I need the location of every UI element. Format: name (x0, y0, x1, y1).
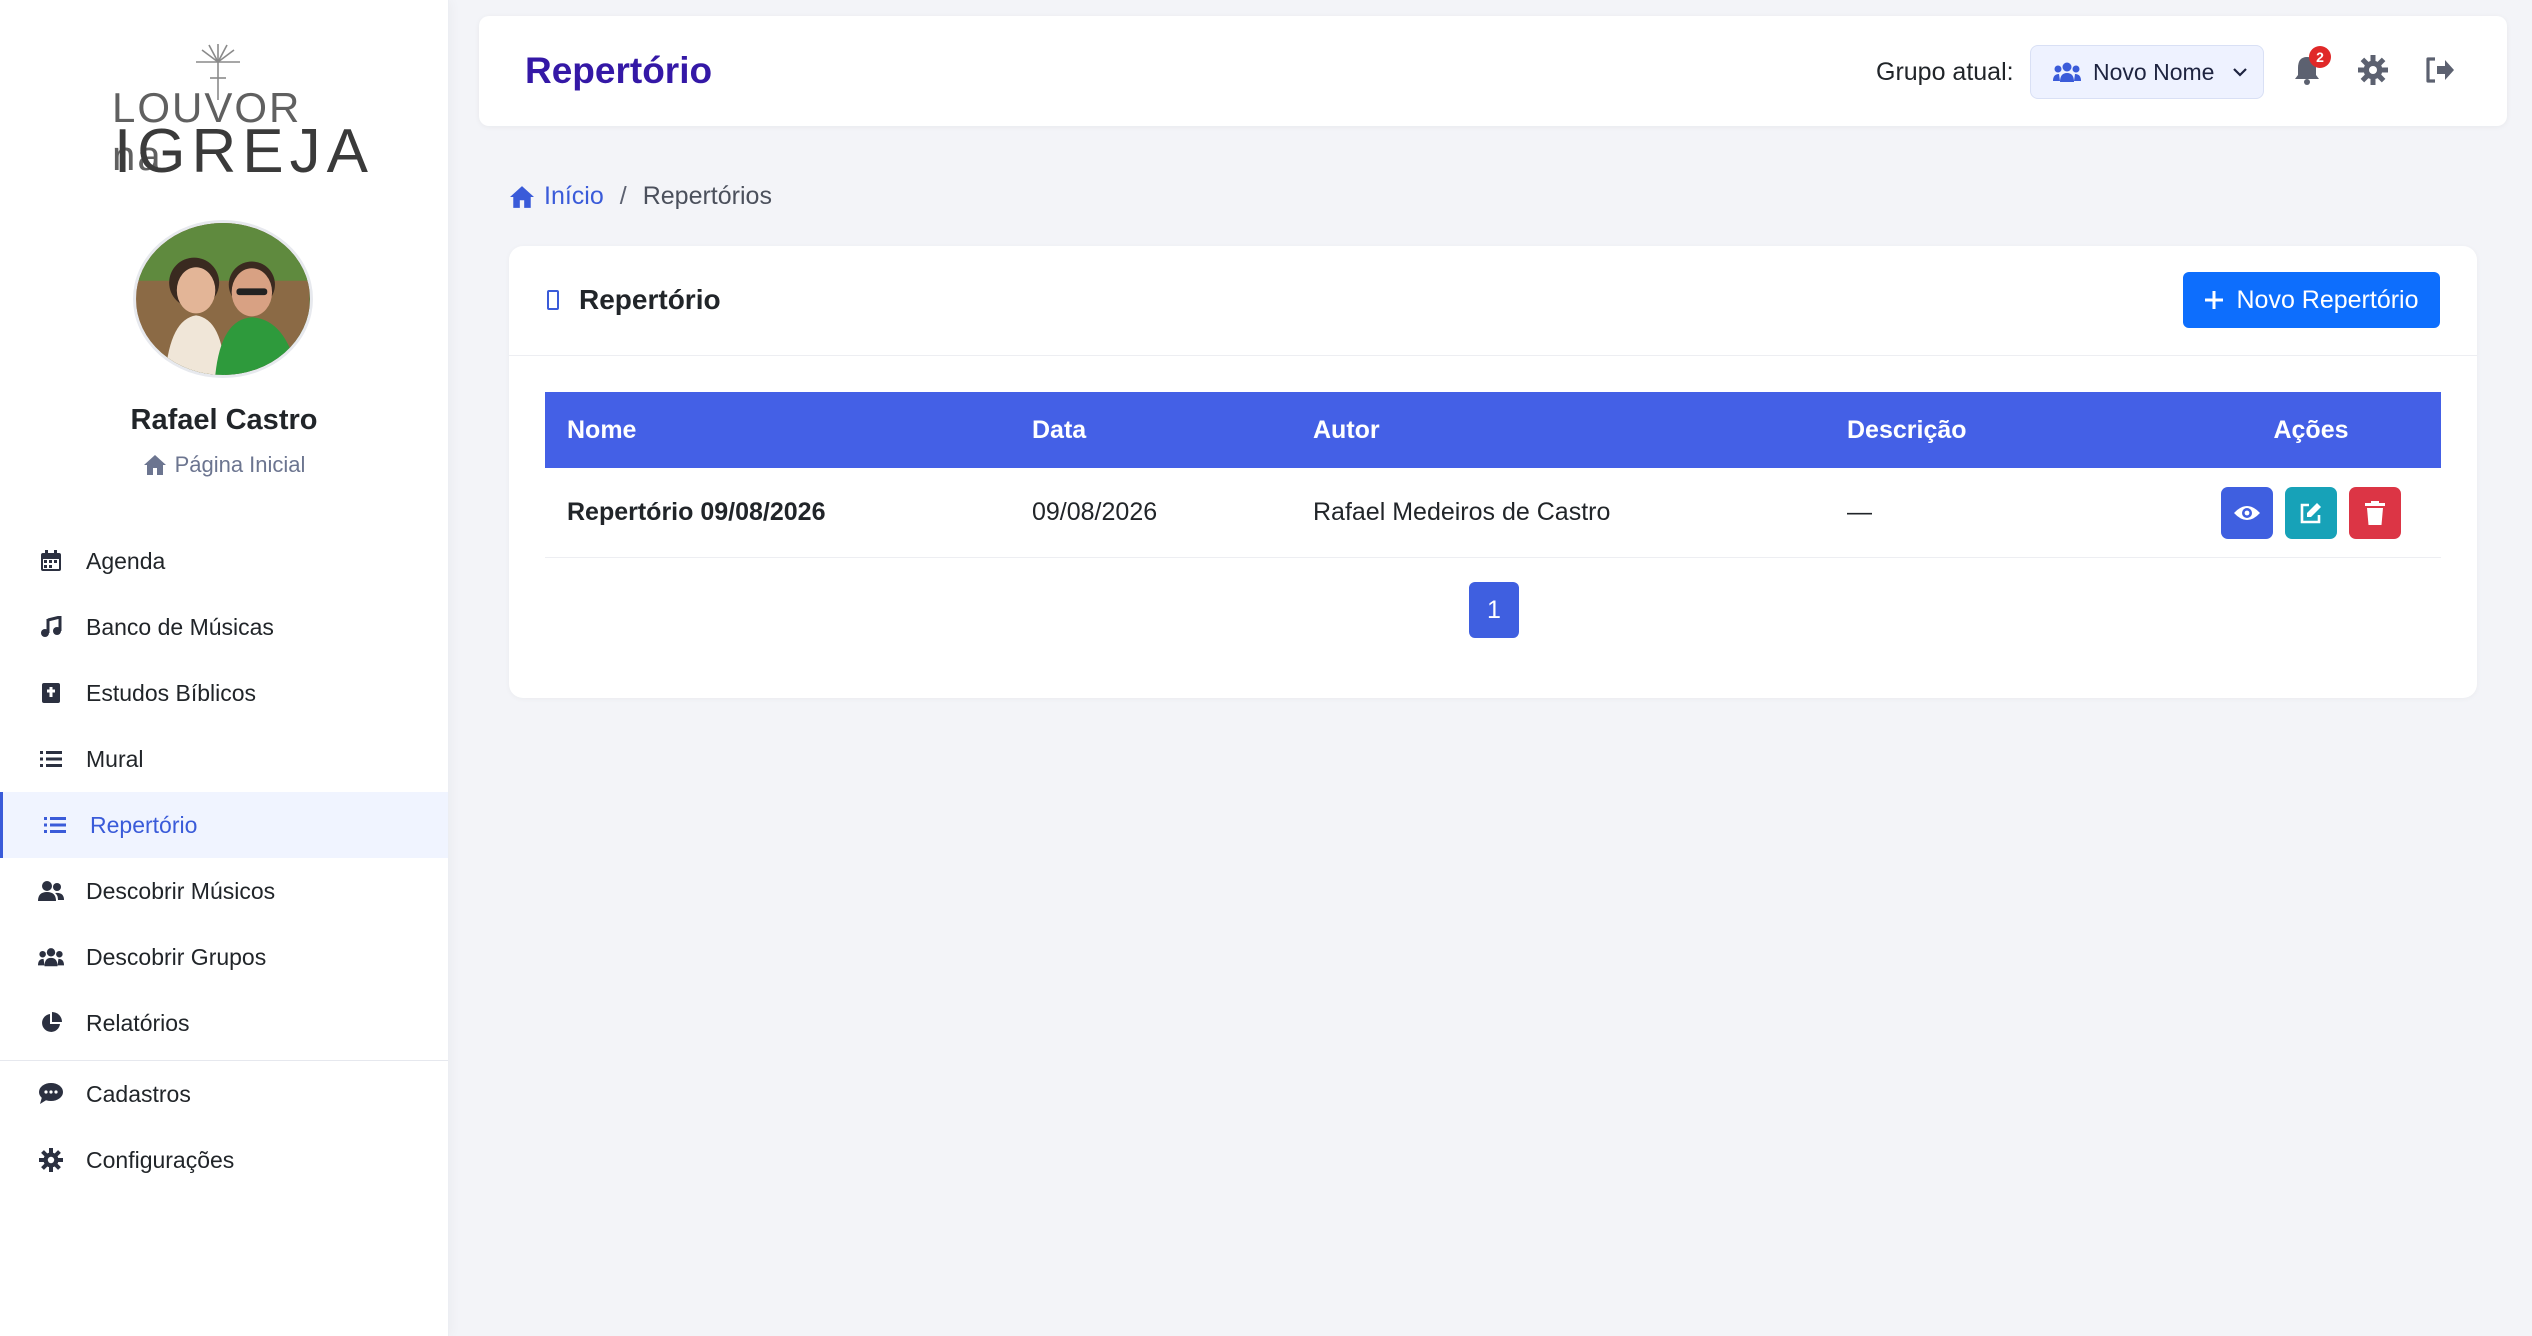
eye-icon (2234, 505, 2260, 520)
sidebar-item-label: Configurações (86, 1146, 235, 1173)
table-header: Nome Data Autor Descrição Ações (545, 392, 2441, 468)
list-icon (38, 746, 64, 772)
column-header-nome[interactable]: Nome (545, 416, 1032, 445)
top-header: Repertório Grupo atual: Novo Nome 2 (479, 16, 2507, 126)
pie-chart-icon (38, 1010, 64, 1036)
sidebar-item-label: Relatórios (86, 1009, 190, 1036)
notifications-button[interactable]: 2 (2289, 46, 2331, 88)
comment-icon (38, 1081, 64, 1107)
group-selector[interactable]: Novo Nome (2030, 45, 2264, 99)
breadcrumb-separator: / (619, 182, 627, 210)
logout-icon (2426, 57, 2454, 83)
pagination-page-1[interactable]: 1 (1469, 582, 1519, 638)
sidebar-item-label: Mural (86, 745, 144, 772)
list-icon (42, 812, 68, 838)
delete-button[interactable] (2349, 486, 2401, 539)
home-link[interactable]: Página Inicial (0, 452, 448, 478)
column-header-autor[interactable]: Autor (1313, 416, 1847, 445)
chevron-down-icon (2233, 68, 2248, 77)
view-button[interactable] (2221, 486, 2273, 539)
card-header: Repertório Novo Repertório (509, 246, 2477, 356)
repertorio-card: Repertório Novo Repertório Nome Data Aut… (509, 246, 2477, 698)
plus-icon (2205, 291, 2224, 309)
card-title-label: Repertório (579, 284, 721, 315)
music-icon (38, 614, 64, 640)
user-name: Rafael Castro (130, 404, 318, 436)
sidebar-nav: Agenda Banco de Músicas Estudos Bíblicos… (0, 528, 448, 1193)
sidebar-item-label: Cadastros (86, 1080, 191, 1107)
trash-icon (2365, 500, 2385, 525)
edit-button[interactable] (2285, 486, 2337, 539)
page-title: Repertório (525, 50, 713, 91)
mobile-icon (547, 290, 559, 310)
sidebar-item-label: Repertório (90, 811, 198, 838)
sidebar-item-label: Estudos Bíblicos (86, 679, 257, 706)
sidebar-item-label: Descobrir Grupos (86, 943, 267, 970)
sidebar-item-descobrir-grupos[interactable]: Descobrir Grupos (0, 924, 448, 990)
sidebar-item-mural[interactable]: Mural (0, 726, 448, 792)
sidebar-item-label: Agenda (86, 547, 166, 574)
sidebar-item-relatorios[interactable]: Relatórios (0, 990, 448, 1056)
table-row: Repertório 09/08/2026 09/08/2026 Rafael … (545, 468, 2441, 558)
column-header-descricao[interactable]: Descrição (1847, 416, 2181, 445)
sidebar-item-configuracoes[interactable]: Configurações (0, 1127, 448, 1193)
house-icon (510, 185, 534, 208)
new-repertorio-label: Novo Repertório (2236, 285, 2419, 314)
edit-icon (2300, 502, 2321, 523)
cell-descricao: — (1847, 498, 1872, 526)
gear-icon (38, 1147, 64, 1173)
house-icon (143, 455, 166, 475)
breadcrumb-home-label: Início (544, 182, 604, 210)
avatar[interactable] (133, 220, 313, 378)
users-icon (2053, 62, 2081, 82)
logout-button[interactable] (2422, 52, 2458, 88)
users-icon (38, 878, 64, 904)
cell-nome: Repertório 09/08/2026 (567, 498, 826, 526)
sidebar-item-repertorio[interactable]: Repertório (0, 792, 448, 858)
notification-badge: 2 (2309, 46, 2331, 68)
cell-autor: Rafael Medeiros de Castro (1313, 498, 1611, 526)
column-header-acoes: Ações (2273, 415, 2349, 444)
sidebar-item-agenda[interactable]: Agenda (0, 528, 448, 594)
breadcrumb: Início / Repertórios (508, 182, 772, 211)
bible-icon (38, 680, 64, 706)
home-link-label: Página Inicial (174, 452, 306, 477)
repertorio-table: Nome Data Autor Descrição Ações Repertór… (545, 392, 2441, 558)
gear-icon (2358, 55, 2388, 85)
sidebar-item-cadastros[interactable]: Cadastros (0, 1061, 448, 1127)
brand-logo[interactable]: LOUVOR na IGREJA (110, 40, 368, 186)
cell-acoes (2181, 486, 2441, 539)
sidebar-item-label: Descobrir Músicos (86, 877, 276, 904)
avatar-photo (136, 223, 310, 375)
sidebar-item-descobrir-musicos[interactable]: Descobrir Músicos (0, 858, 448, 924)
new-repertorio-button[interactable]: Novo Repertório (2183, 272, 2440, 328)
card-title: Repertório (547, 284, 721, 316)
column-header-data[interactable]: Data (1032, 416, 1313, 445)
sidebar-item-banco-de-musicas[interactable]: Banco de Músicas (0, 594, 448, 660)
calendar-icon (38, 548, 64, 574)
cell-data: 09/08/2026 (1032, 498, 1158, 526)
group-icon (38, 944, 64, 970)
sidebar: LOUVOR na IGREJA Rafael Castro Página In… (0, 0, 448, 1336)
group-label: Grupo atual: (1876, 58, 2014, 86)
breadcrumb-current: Repertórios (642, 182, 772, 210)
settings-button[interactable] (2355, 52, 2391, 88)
group-selector-value: Novo Nome (2093, 58, 2215, 85)
breadcrumb-home-link[interactable]: Início (508, 182, 604, 211)
sidebar-item-estudos-biblicos[interactable]: Estudos Bíblicos (0, 660, 448, 726)
brand-line2: IGREJA (114, 117, 374, 186)
sidebar-item-label: Banco de Músicas (86, 613, 274, 640)
